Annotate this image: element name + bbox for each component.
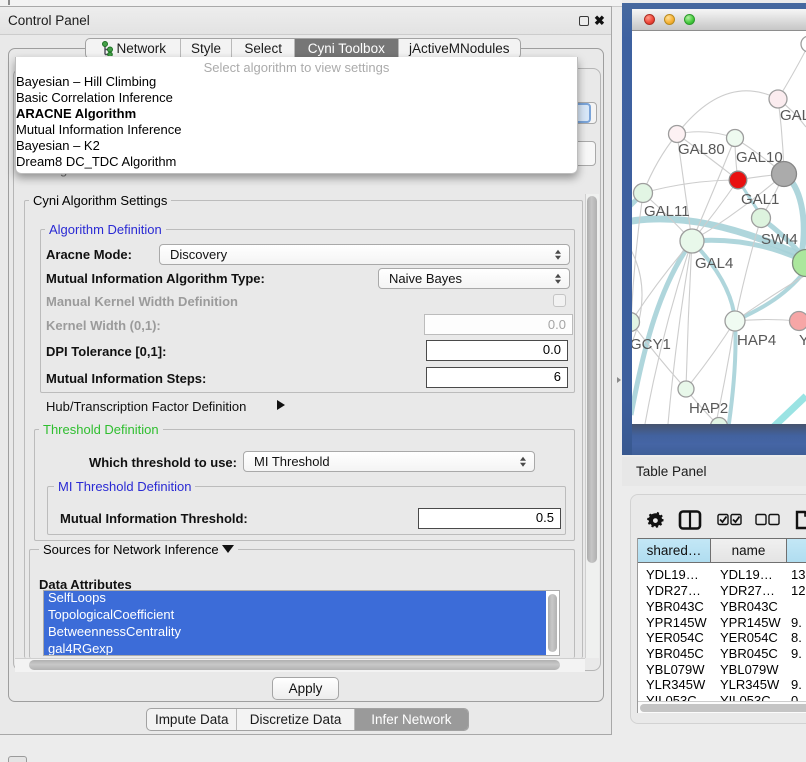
svg-text:GCY1: GCY1 [632,336,671,353]
svg-text:GAL10: GAL10 [736,149,783,166]
svg-text:Y: Y [799,332,806,349]
svg-text:GAL1: GAL1 [741,191,779,208]
svg-text:SWI4: SWI4 [761,231,798,248]
svg-text:GAL80: GAL80 [678,141,725,158]
svg-text:GAL11: GAL11 [644,203,690,220]
svg-text:GAL4: GAL4 [695,255,733,272]
svg-text:GAL: GAL [780,107,806,124]
svg-text:HAP2: HAP2 [689,400,728,417]
svg-text:HAP4: HAP4 [737,332,776,349]
